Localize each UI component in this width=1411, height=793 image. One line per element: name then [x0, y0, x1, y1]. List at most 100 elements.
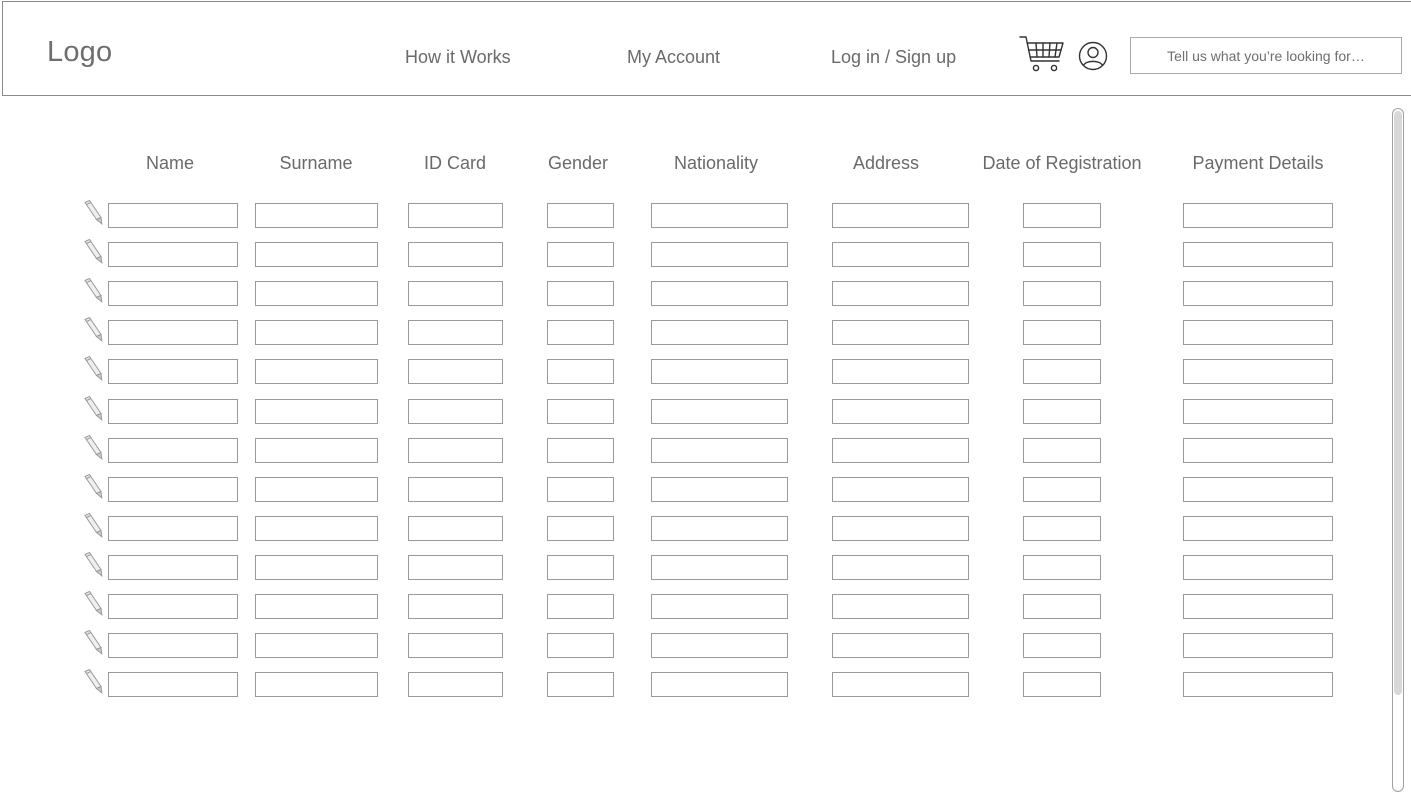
surname-field[interactable]: [255, 594, 378, 619]
pencil-icon[interactable]: [82, 668, 104, 695]
nationality-field[interactable]: [651, 203, 788, 228]
gender-field[interactable]: [547, 320, 614, 345]
nationality-field[interactable]: [651, 359, 788, 384]
name-field[interactable]: [108, 438, 238, 463]
gender-field[interactable]: [547, 516, 614, 541]
date-of-registration-field[interactable]: [1023, 399, 1101, 424]
nationality-field[interactable]: [651, 399, 788, 424]
id-card-field[interactable]: [408, 242, 503, 267]
surname-field[interactable]: [255, 399, 378, 424]
date-of-registration-field[interactable]: [1023, 438, 1101, 463]
nav-how-it-works[interactable]: How it Works: [405, 47, 511, 68]
nationality-field[interactable]: [651, 594, 788, 619]
gender-field[interactable]: [547, 203, 614, 228]
payment-details-field[interactable]: [1183, 242, 1333, 267]
date-of-registration-field[interactable]: [1023, 320, 1101, 345]
payment-details-field[interactable]: [1183, 281, 1333, 306]
nationality-field[interactable]: [651, 242, 788, 267]
nationality-field[interactable]: [651, 672, 788, 697]
date-of-registration-field[interactable]: [1023, 242, 1101, 267]
nationality-field[interactable]: [651, 555, 788, 580]
surname-field[interactable]: [255, 633, 378, 658]
payment-details-field[interactable]: [1183, 516, 1333, 541]
surname-field[interactable]: [255, 477, 378, 502]
gender-field[interactable]: [547, 477, 614, 502]
address-field[interactable]: [832, 633, 969, 658]
id-card-field[interactable]: [408, 438, 503, 463]
surname-field[interactable]: [255, 516, 378, 541]
gender-field[interactable]: [547, 555, 614, 580]
date-of-registration-field[interactable]: [1023, 281, 1101, 306]
payment-details-field[interactable]: [1183, 359, 1333, 384]
user-circle-icon[interactable]: [1078, 41, 1108, 71]
id-card-field[interactable]: [408, 555, 503, 580]
address-field[interactable]: [832, 594, 969, 619]
gender-field[interactable]: [547, 399, 614, 424]
name-field[interactable]: [108, 399, 238, 424]
surname-field[interactable]: [255, 555, 378, 580]
nationality-field[interactable]: [651, 516, 788, 541]
payment-details-field[interactable]: [1183, 320, 1333, 345]
logo[interactable]: Logo: [47, 36, 112, 69]
address-field[interactable]: [832, 438, 969, 463]
date-of-registration-field[interactable]: [1023, 633, 1101, 658]
id-card-field[interactable]: [408, 477, 503, 502]
pencil-icon[interactable]: [82, 355, 104, 382]
payment-details-field[interactable]: [1183, 438, 1333, 463]
gender-field[interactable]: [547, 242, 614, 267]
scrollbar-thumb[interactable]: [1394, 111, 1402, 695]
cart-icon[interactable]: [1019, 35, 1065, 75]
date-of-registration-field[interactable]: [1023, 203, 1101, 228]
name-field[interactable]: [108, 555, 238, 580]
id-card-field[interactable]: [408, 359, 503, 384]
name-field[interactable]: [108, 281, 238, 306]
payment-details-field[interactable]: [1183, 399, 1333, 424]
surname-field[interactable]: [255, 203, 378, 228]
pencil-icon[interactable]: [82, 512, 104, 539]
pencil-icon[interactable]: [82, 238, 104, 265]
surname-field[interactable]: [255, 672, 378, 697]
address-field[interactable]: [832, 320, 969, 345]
nationality-field[interactable]: [651, 320, 788, 345]
name-field[interactable]: [108, 242, 238, 267]
address-field[interactable]: [832, 555, 969, 580]
name-field[interactable]: [108, 594, 238, 619]
date-of-registration-field[interactable]: [1023, 359, 1101, 384]
payment-details-field[interactable]: [1183, 594, 1333, 619]
name-field[interactable]: [108, 203, 238, 228]
name-field[interactable]: [108, 672, 238, 697]
date-of-registration-field[interactable]: [1023, 555, 1101, 580]
vertical-scrollbar[interactable]: [1392, 108, 1404, 792]
address-field[interactable]: [832, 281, 969, 306]
name-field[interactable]: [108, 320, 238, 345]
address-field[interactable]: [832, 203, 969, 228]
pencil-icon[interactable]: [82, 316, 104, 343]
id-card-field[interactable]: [408, 594, 503, 619]
date-of-registration-field[interactable]: [1023, 477, 1101, 502]
id-card-field[interactable]: [408, 203, 503, 228]
surname-field[interactable]: [255, 320, 378, 345]
gender-field[interactable]: [547, 359, 614, 384]
nav-my-account[interactable]: My Account: [627, 47, 720, 68]
id-card-field[interactable]: [408, 516, 503, 541]
id-card-field[interactable]: [408, 320, 503, 345]
payment-details-field[interactable]: [1183, 477, 1333, 502]
address-field[interactable]: [832, 399, 969, 424]
date-of-registration-field[interactable]: [1023, 672, 1101, 697]
nationality-field[interactable]: [651, 633, 788, 658]
date-of-registration-field[interactable]: [1023, 594, 1101, 619]
payment-details-field[interactable]: [1183, 633, 1333, 658]
pencil-icon[interactable]: [82, 199, 104, 226]
surname-field[interactable]: [255, 359, 378, 384]
payment-details-field[interactable]: [1183, 203, 1333, 228]
nationality-field[interactable]: [651, 281, 788, 306]
pencil-icon[interactable]: [82, 434, 104, 461]
nationality-field[interactable]: [651, 438, 788, 463]
name-field[interactable]: [108, 516, 238, 541]
date-of-registration-field[interactable]: [1023, 516, 1101, 541]
gender-field[interactable]: [547, 672, 614, 697]
surname-field[interactable]: [255, 438, 378, 463]
address-field[interactable]: [832, 477, 969, 502]
pencil-icon[interactable]: [82, 590, 104, 617]
id-card-field[interactable]: [408, 281, 503, 306]
